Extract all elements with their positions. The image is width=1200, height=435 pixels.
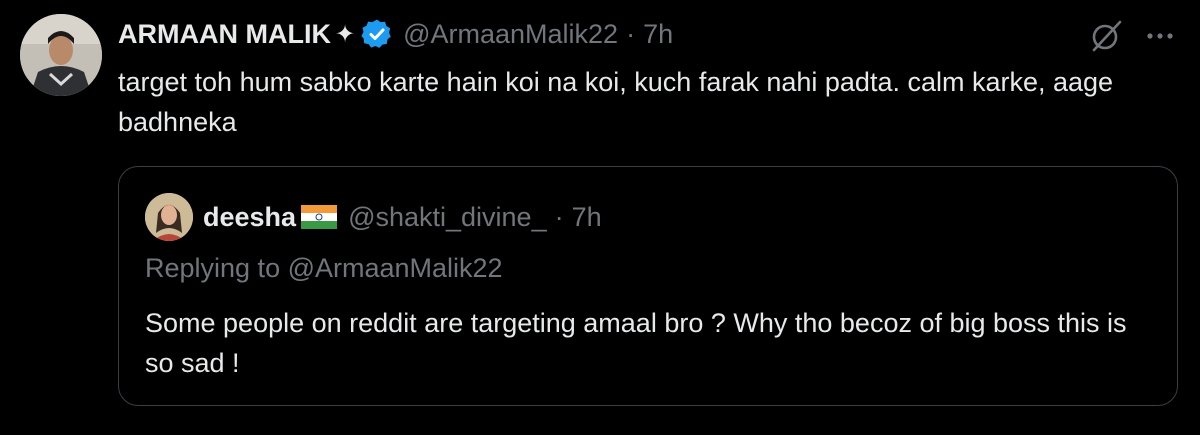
tweet-time[interactable]: 7h — [643, 19, 673, 50]
tweet[interactable]: ARMAAN MALIK ✦ @ArmaanMalik22 · 7h targe… — [0, 0, 1200, 435]
sparkle-symbol: ✦ — [334, 20, 356, 48]
quoted-author-avatar[interactable] — [145, 193, 193, 241]
author-handle[interactable]: @ArmaanMalik22 — [403, 19, 618, 50]
quoted-tweet[interactable]: deesha @shakti_divine_ · 7h Replying to … — [118, 166, 1178, 406]
quoted-author-handle[interactable]: @shakti_divine_ — [348, 202, 547, 233]
more-icon[interactable] — [1140, 22, 1180, 50]
quoted-tweet-time[interactable]: 7h — [572, 202, 602, 233]
grok-icon[interactable] — [1088, 18, 1124, 54]
india-flag-icon — [300, 204, 338, 230]
tweet-text: target toh hum sabko karte hain koi na k… — [118, 67, 1114, 137]
verified-badge-icon[interactable] — [361, 18, 393, 50]
tweet-header: ARMAAN MALIK ✦ @ArmaanMalik22 · 7h — [118, 14, 673, 54]
quoted-tweet-text: Some people on reddit are targeting amaa… — [145, 308, 1127, 378]
quoted-tweet-header: deesha @shakti_divine_ · 7h — [203, 197, 602, 237]
replying-to[interactable]: Replying to @ArmaanMalik22 — [145, 253, 503, 284]
separator-dot: · — [554, 201, 564, 232]
author-avatar[interactable] — [20, 14, 102, 96]
author-name[interactable]: ARMAAN MALIK — [118, 19, 331, 50]
separator-dot: · — [626, 18, 636, 49]
quoted-author-name[interactable]: deesha — [203, 202, 296, 233]
